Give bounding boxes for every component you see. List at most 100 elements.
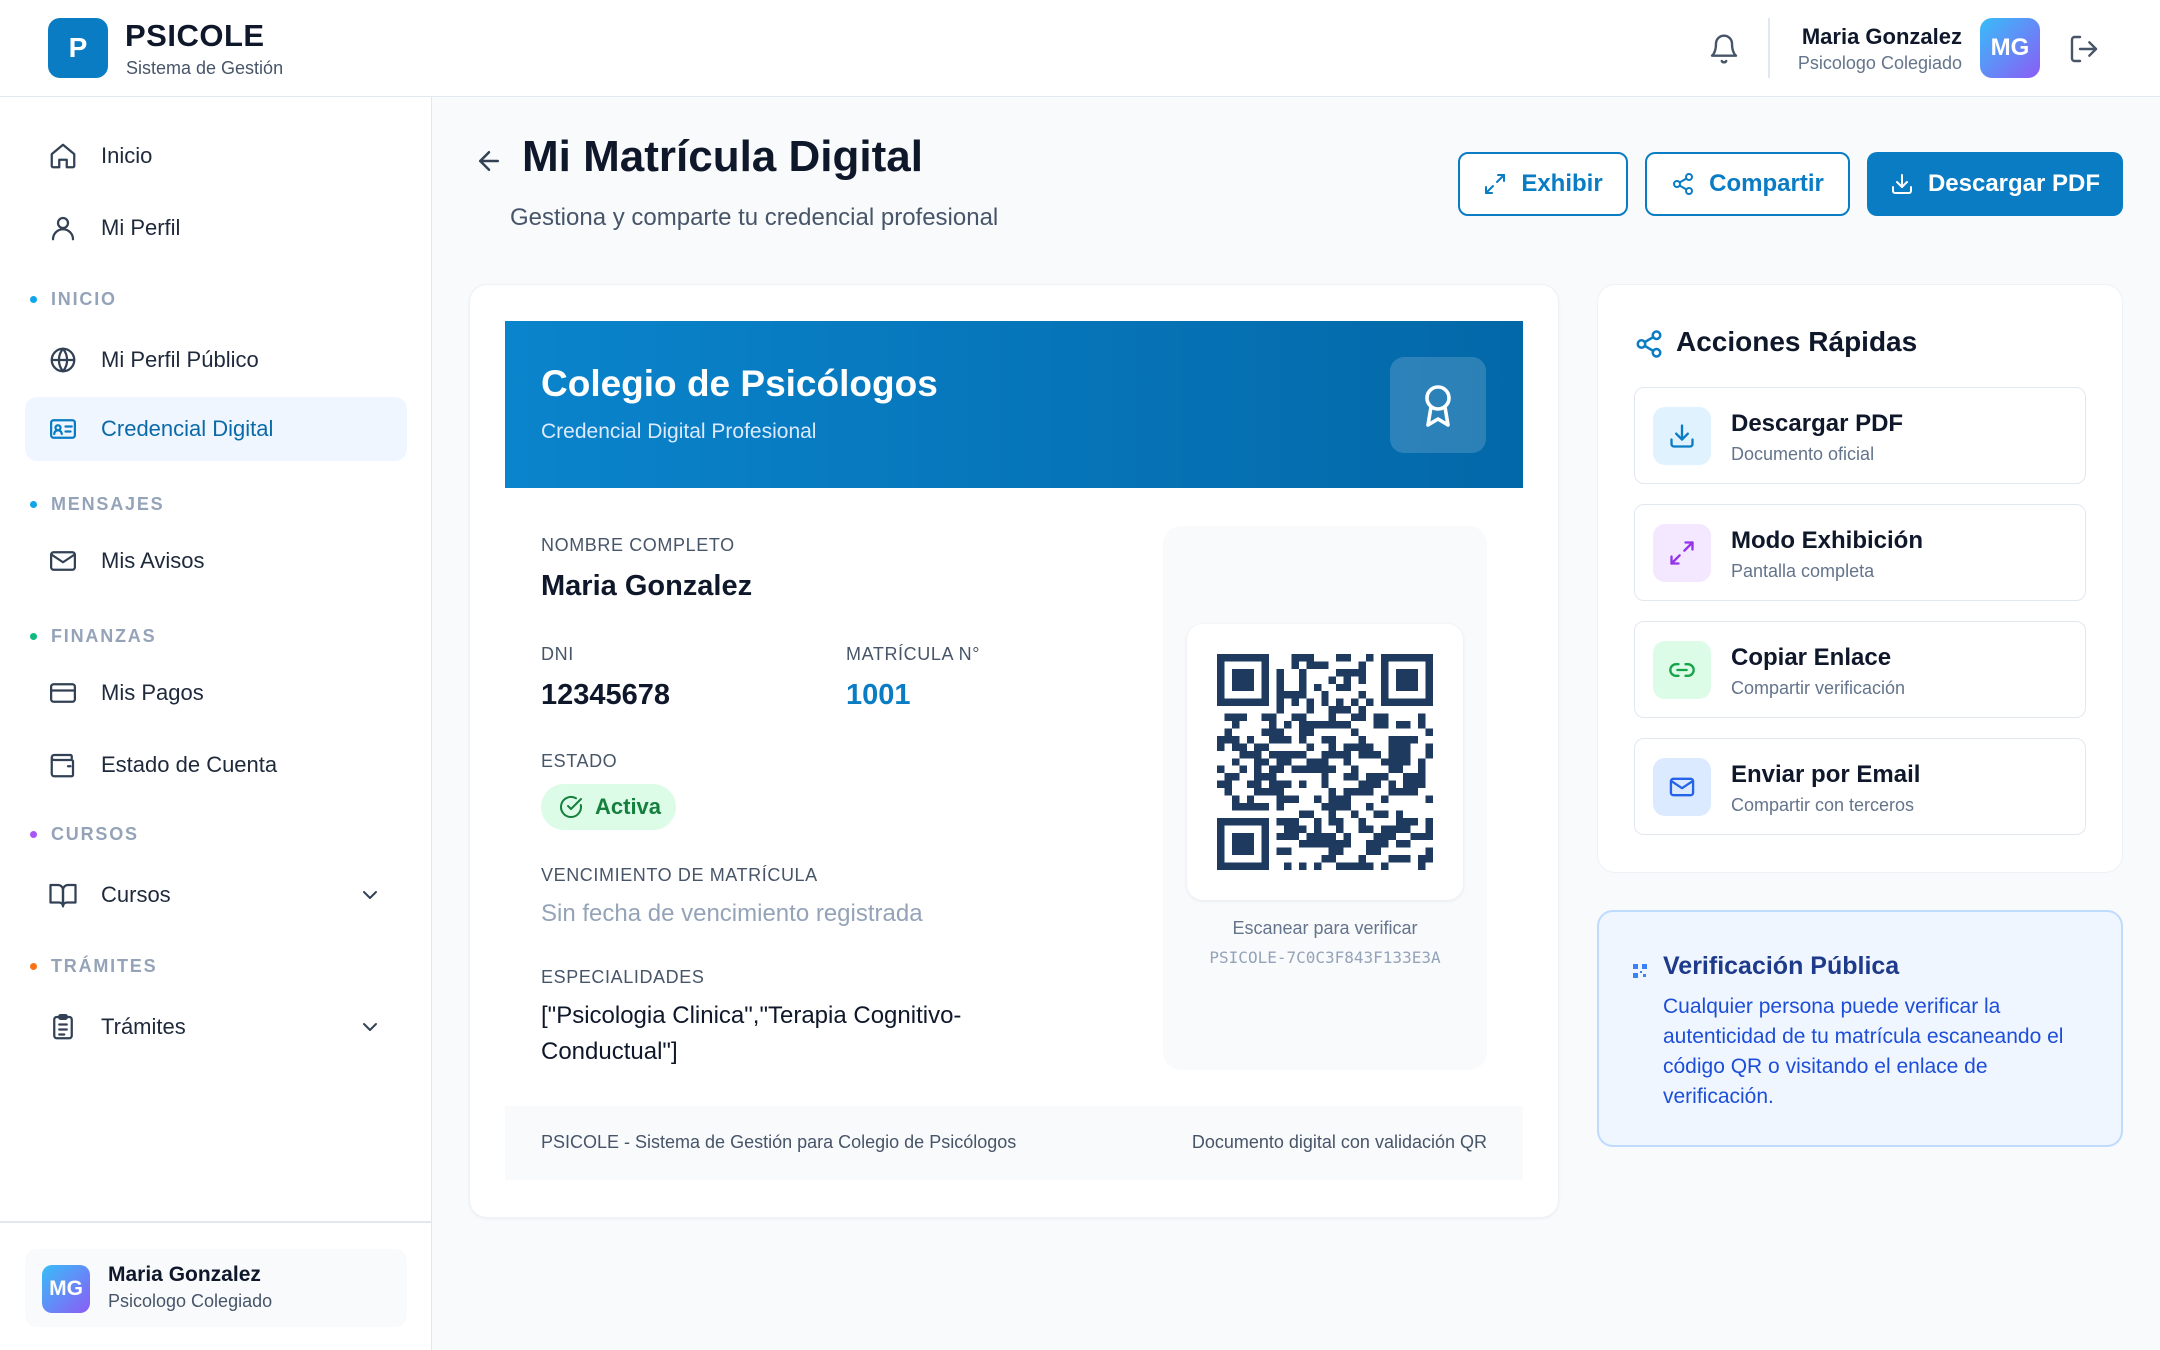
full-name-value: Maria Gonzalez (541, 570, 753, 602)
qr-module (1313, 683, 1322, 692)
qr-module (1403, 676, 1411, 684)
qr-module (1343, 750, 1352, 759)
qr-module (1403, 721, 1411, 729)
credential-org: Colegio de Psicólogos (541, 363, 938, 404)
quick-actions-title: Acciones Rápidas (1676, 326, 1918, 357)
qr-module (1261, 840, 1270, 848)
qr-module (1395, 825, 1404, 833)
status-label: ESTADO (541, 751, 618, 771)
qr-module (1261, 832, 1270, 841)
qr-module (1239, 713, 1247, 722)
qr-module (1231, 713, 1240, 722)
qr-module (1217, 743, 1225, 751)
qr-module (1276, 817, 1285, 826)
qr-module (1365, 847, 1374, 856)
qr-module (1284, 721, 1292, 729)
app-logo[interactable]: P (48, 18, 108, 78)
chevron-down-icon[interactable] (358, 1015, 382, 1039)
qr-module (1336, 721, 1344, 729)
qr-module (1403, 855, 1411, 863)
header-avatar[interactable]: MG (1980, 18, 2040, 78)
quick-action-exhibit-mode[interactable]: Modo Exhibición Pantalla completa (1634, 504, 2086, 601)
download-pdf-button[interactable]: Descargar PDF (1867, 152, 2123, 216)
sidebar-item-cursos[interactable]: Cursos (25, 863, 407, 927)
qr-module (1403, 743, 1411, 751)
header-user-name: Maria Gonzalez (1801, 24, 1962, 49)
qr-module (1313, 862, 1322, 870)
qr-module (1291, 832, 1299, 841)
qr-module (1217, 862, 1225, 870)
sidebar-item-perfil-publico[interactable]: Mi Perfil Público (25, 328, 407, 392)
sidebar-item-inicio[interactable]: Inicio (25, 124, 407, 188)
share-icon (1671, 172, 1695, 196)
qr-module (1403, 788, 1411, 796)
qr-module (1261, 691, 1270, 699)
exhibit-button-label: Exhibir (1521, 170, 1603, 197)
exhibit-button[interactable]: Exhibir (1458, 152, 1628, 216)
qr-module (1231, 840, 1240, 848)
share-button[interactable]: Compartir (1645, 152, 1850, 216)
qr-module (1261, 802, 1270, 811)
qr-module (1380, 698, 1389, 707)
quick-action-copy-link[interactable]: Copiar Enlace Compartir verificación (1634, 621, 2086, 718)
qr-module (1269, 735, 1277, 744)
qr-module (1351, 773, 1359, 781)
chevron-down-icon[interactable] (358, 883, 382, 907)
quick-action-sub: Pantalla completa (1731, 561, 1875, 581)
quick-action-send-email[interactable]: Enviar por Email Compartir con terceros (1634, 738, 2086, 835)
qr-module (1395, 668, 1404, 677)
qr-module (1261, 728, 1270, 736)
qr-module (1388, 743, 1396, 751)
qr-module (1246, 654, 1255, 662)
qr-module (1365, 743, 1374, 751)
credit-card-icon (48, 678, 78, 708)
qr-module (1276, 765, 1285, 774)
notifications-bell-icon[interactable] (1708, 33, 1740, 65)
sidebar-item-tramites[interactable]: Trámites (25, 995, 407, 1059)
logout-icon[interactable] (2068, 33, 2100, 65)
back-arrow-icon[interactable] (474, 146, 504, 176)
qr-module (1246, 862, 1255, 870)
download-icon (1890, 172, 1914, 196)
qr-module (1276, 795, 1285, 803)
sidebar-item-credencial-digital[interactable]: Credencial Digital (25, 397, 407, 461)
qr-module (1410, 788, 1419, 796)
sidebar-user-card[interactable]: MG Maria Gonzalez Psicologo Colegiado (25, 1249, 407, 1327)
qr-module (1261, 773, 1270, 781)
quick-action-download-pdf[interactable]: Descargar PDF Documento oficial (1634, 387, 2086, 484)
dni-value: 12345678 (541, 679, 671, 711)
qr-module (1306, 840, 1314, 848)
qr-module (1365, 698, 1374, 707)
qr-module (1336, 750, 1344, 759)
sidebar-item-mi-perfil[interactable]: Mi Perfil (25, 196, 407, 260)
section-dot (30, 963, 37, 970)
qr-module (1321, 750, 1329, 759)
qr-module (1380, 668, 1389, 677)
qr-module (1410, 817, 1419, 826)
qr-module (1246, 683, 1255, 692)
sidebar-item-label: Inicio (101, 143, 153, 168)
qr-module (1380, 862, 1389, 870)
qr-module (1365, 780, 1374, 789)
wallet-icon (48, 750, 78, 780)
sidebar-item-mis-avisos[interactable]: Mis Avisos (25, 529, 407, 593)
qr-module (1403, 758, 1411, 766)
qr-module (1217, 654, 1225, 662)
qr-code[interactable] (1217, 654, 1433, 870)
qr-module (1261, 654, 1270, 662)
qr-module (1358, 743, 1366, 751)
sidebar-item-estado-cuenta[interactable]: Estado de Cuenta (25, 733, 407, 797)
qr-module (1321, 840, 1329, 848)
qr-module (1380, 795, 1389, 803)
sidebar-item-mis-pagos[interactable]: Mis Pagos (25, 661, 407, 725)
qr-module (1261, 683, 1270, 692)
qr-module (1276, 750, 1285, 759)
qr-module (1388, 698, 1396, 707)
qr-module (1291, 691, 1299, 699)
qr-module (1343, 862, 1352, 870)
qr-module (1388, 750, 1396, 759)
check-circle-icon (560, 795, 582, 818)
qr-module (1231, 773, 1240, 781)
qr-module (1358, 706, 1366, 714)
qr-module (1418, 780, 1426, 789)
